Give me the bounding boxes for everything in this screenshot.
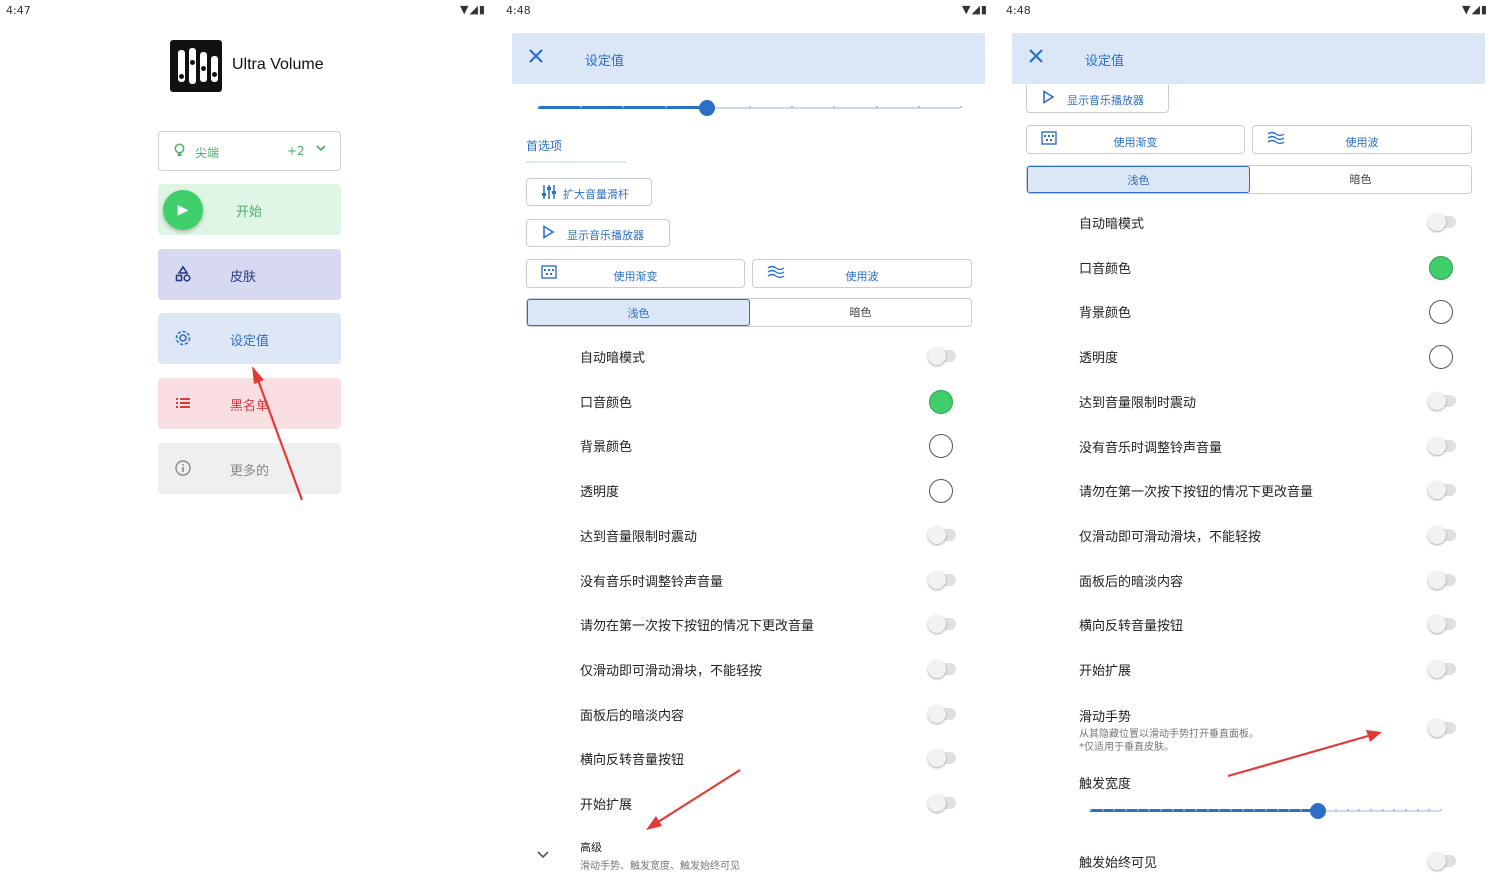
settings-screen-scrolled: 4:48 ▼◢▮ 设定值 显示音乐播放器 使用渐变 使用波 浅色 暗色 自动暗模…: [1000, 0, 1498, 884]
annotation-arrow: [1227, 730, 1382, 778]
home-screen: 4:47 ▼◢▮ Ultra Volume 尖端 +2 ▶ 开始 皮肤 设定值 …: [0, 0, 496, 884]
annotation-arrow: [252, 366, 304, 501]
annotation-arrow: [646, 769, 741, 830]
settings-screen-top: 4:48 ▼◢▮ 设定值 首选项 扩大音量滑杆 显示音乐播放器 使用渐变 使用波…: [500, 0, 998, 884]
